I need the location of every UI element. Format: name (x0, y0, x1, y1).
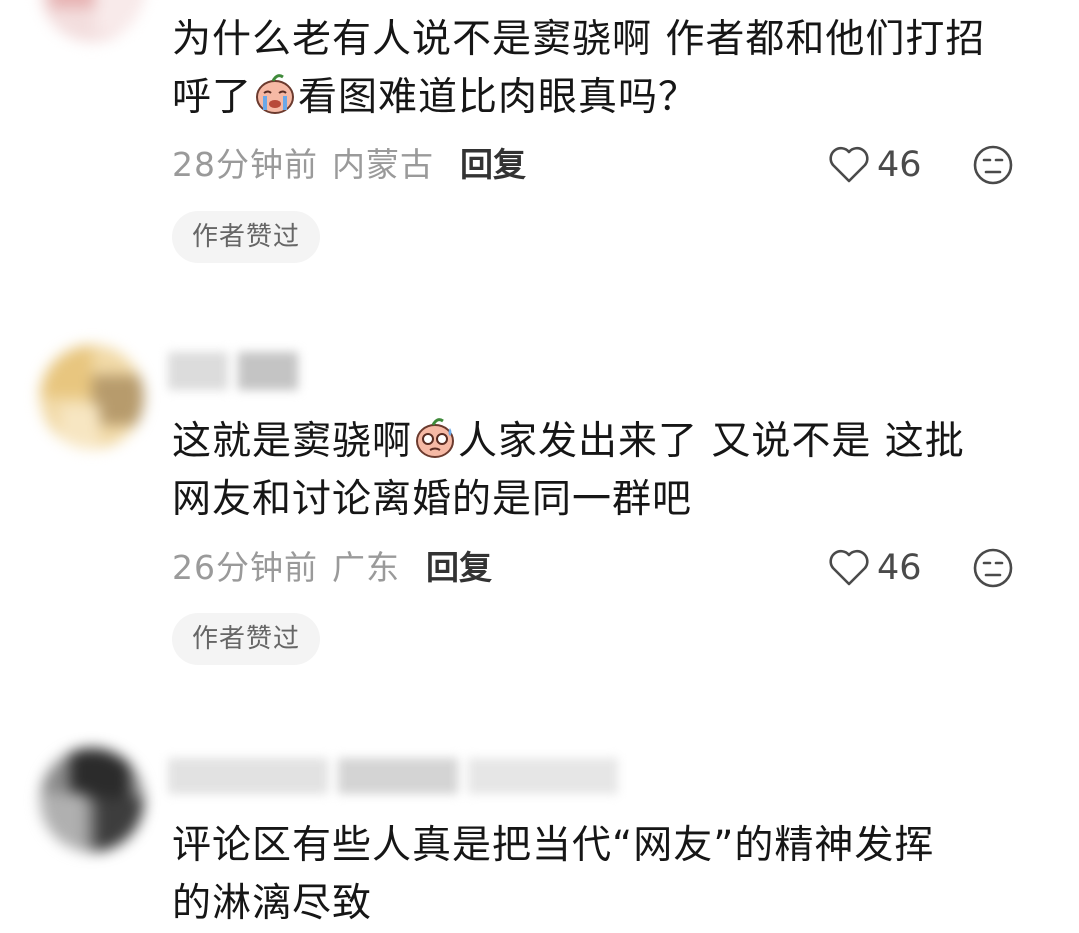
author-liked-badge: 作者赞过 (172, 211, 321, 263)
like-count: 46 (877, 548, 922, 588)
heart-outline-icon (827, 145, 871, 185)
crying-face-emoji-icon (253, 72, 297, 116)
comment-text-line: 网友和讨论离婚的是同一群吧 (172, 477, 693, 522)
comment-meta: 28分钟前 内蒙古 回复 46 (172, 140, 1032, 190)
comment-text-line: 的淋漓尽致 (172, 881, 373, 926)
comment-location: 广东 (332, 548, 400, 587)
like-button[interactable]: 46 (827, 140, 922, 190)
avatar[interactable] (40, 748, 144, 852)
like-count: 46 (877, 145, 922, 185)
dislike-button[interactable] (972, 144, 1014, 200)
author-liked-badge: 作者赞过 (172, 613, 321, 665)
username-blurred (168, 352, 308, 392)
comment-time: 28分钟前 (172, 145, 318, 184)
comment-time: 26分钟前 (172, 548, 318, 587)
avatar[interactable] (40, 345, 144, 449)
text-segment: 呼了 (172, 75, 253, 120)
comment-text: 为什么老有人说不是窦骁啊 作者都和他们打招 呼了 看图难道比肉眼真吗？ (172, 11, 1032, 127)
comment-text-line: 这就是窦骁啊 人家发出来了 又说不是 这批 (172, 413, 1032, 471)
comment-text: 这就是窦骁啊 人家发出来了 又说不是 这批 网友和讨论离婚的是同一群吧 (172, 413, 1032, 529)
comment-text-line: 呼了 看图难道比肉眼真吗？ (172, 69, 1032, 127)
heart-outline-icon (827, 548, 871, 588)
comment-location: 内蒙古 (332, 145, 434, 184)
username-blurred (168, 758, 618, 798)
comment-text-line: 为什么老有人说不是窦骁啊 作者都和他们打招 (172, 17, 986, 62)
reply-button[interactable]: 回复 (460, 145, 526, 184)
text-segment: 看图难道比肉眼真吗？ (298, 75, 699, 120)
like-button[interactable]: 46 (827, 543, 922, 593)
comment-text-line: 评论区有些人真是把当代“网友”的精神发挥 (172, 823, 935, 868)
comment-text: 评论区有些人真是把当代“网友”的精神发挥 的淋漓尽致 (172, 817, 1032, 933)
text-segment: 这就是窦骁啊 (172, 419, 413, 464)
text-segment: 人家发出来了 又说不是 这批 (458, 419, 965, 464)
meh-face-icon (972, 145, 1014, 194)
reply-button[interactable]: 回复 (426, 548, 492, 587)
meh-face-icon (972, 548, 1014, 597)
nervous-face-emoji-icon (413, 416, 457, 460)
comment-meta: 26分钟前 广东 回复 46 (172, 543, 1032, 593)
avatar[interactable] (40, 0, 144, 42)
dislike-button[interactable] (972, 547, 1014, 603)
